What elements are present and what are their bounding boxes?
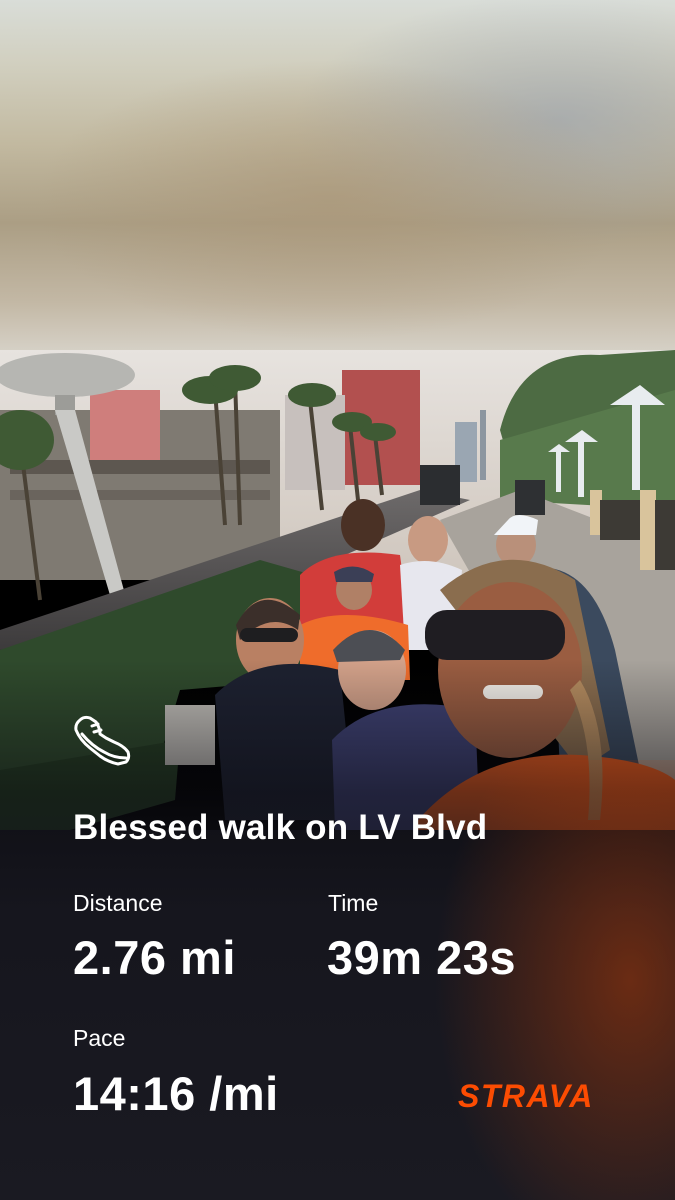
pace-label: Pace: [73, 1025, 126, 1051]
distance-label: Distance: [73, 890, 163, 916]
activity-title: Blessed walk on LV Blvd: [73, 808, 488, 847]
strava-logo: STRAVA: [458, 1078, 594, 1114]
time-label: Time: [328, 890, 379, 916]
time-value: 39m 23s: [327, 931, 517, 984]
walking-shoe-icon: [74, 715, 131, 766]
pace-value: 14:16 /mi: [73, 1067, 279, 1120]
strava-share-card: Blessed walk on LV Blvd Distance 2.76 mi…: [0, 0, 675, 1200]
distance-value: 2.76 mi: [73, 931, 236, 984]
